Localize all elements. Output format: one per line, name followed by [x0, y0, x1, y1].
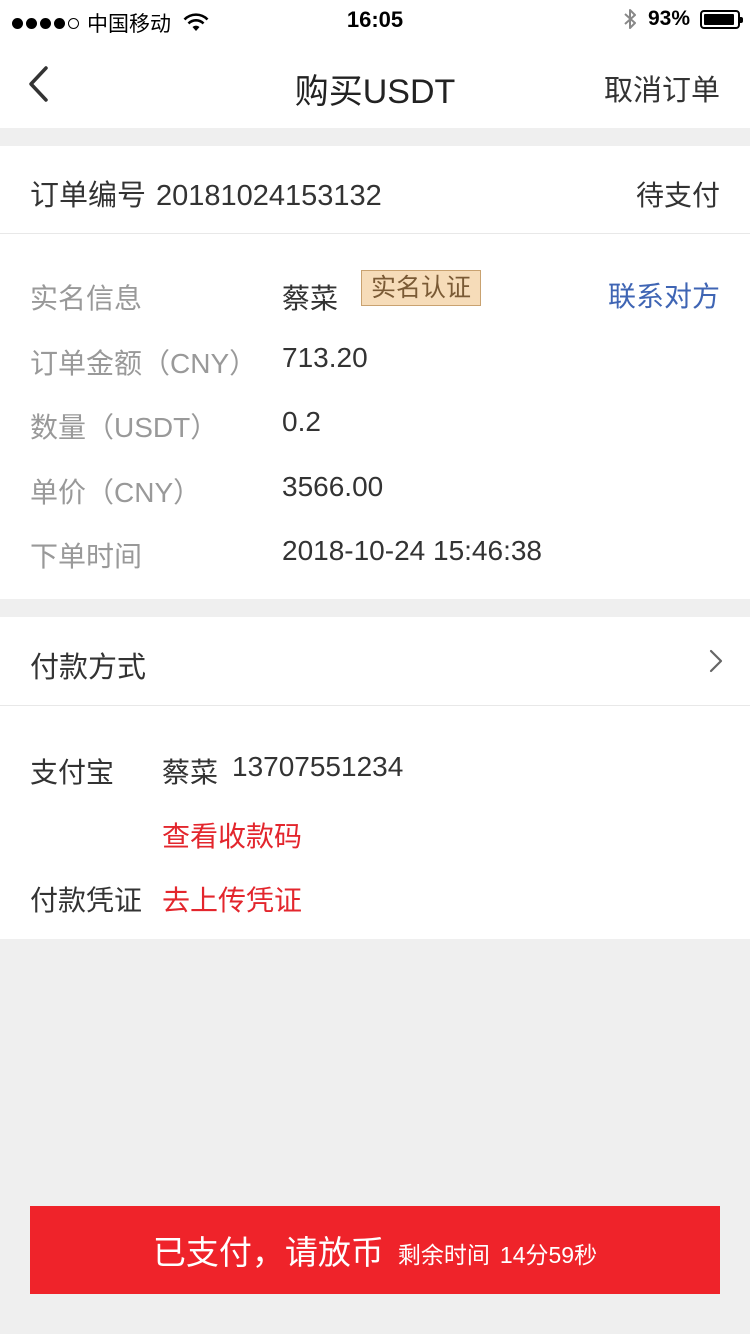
confirm-paid-label: 已支付，请放币 [152, 1234, 384, 1271]
unit-price-row: 单价（CNY） 3566.00 [0, 463, 750, 513]
qr-code-row: 查看收款码 [0, 807, 750, 857]
order-time-row: 下单时间 2018-10-24 15:46:38 [0, 527, 750, 577]
chevron-right-icon [709, 649, 723, 673]
contact-seller-link[interactable]: 联系对方 [608, 275, 720, 315]
battery-percentage: 93% [647, 7, 690, 30]
view-qr-code-link[interactable]: 查看收款码 [162, 815, 302, 855]
order-number: 订单编号 20181024153132 [30, 172, 382, 214]
verified-badge: 实名认证 [361, 270, 481, 306]
battery-level [704, 13, 734, 25]
upload-voucher-link[interactable]: 去上传凭证 [162, 879, 302, 919]
bluetooth-icon [624, 9, 636, 29]
info-label: 下单时间 [30, 541, 143, 572]
info-label: 实名信息 [30, 283, 143, 314]
info-label: 数量（USDT） [30, 412, 219, 443]
order-details-card: 订单编号 20181024153132 待支付 实名信息 蔡菜 实名认证 联系对方… [0, 146, 750, 599]
payment-method-card: 付款方式 支付宝 蔡菜 13707551234 查看收款码 付款凭证 去上传凭证 [0, 617, 750, 939]
alipay-row: 支付宝 蔡菜 13707551234 [0, 743, 750, 793]
payment-method-name: 支付宝 [30, 757, 115, 788]
battery-icon [700, 9, 743, 29]
info-value: 713.20 [282, 342, 368, 373]
status-bar: 中国移动 16:05 93% [0, 0, 750, 40]
back-arrow-icon[interactable] [22, 62, 58, 106]
navigation-bar: 购买USDT 取消订单 [0, 40, 750, 128]
info-value: 2018-10-24 15:46:38 [282, 535, 542, 566]
info-label: 单价（CNY） [30, 477, 202, 508]
payee-name: 蔡菜 [162, 757, 219, 788]
info-value: 蔡菜 [282, 283, 339, 314]
remaining-time-value: 14分59秒 [499, 1242, 598, 1268]
payment-method-row[interactable]: 付款方式 [0, 617, 750, 706]
order-number-row: 订单编号 20181024153132 待支付 [0, 146, 750, 234]
info-label: 订单金额（CNY） [30, 348, 258, 379]
order-number-label: 订单编号 [30, 180, 147, 212]
order-number-value: 20181024153132 [156, 180, 382, 212]
voucher-row: 付款凭证 去上传凭证 [0, 871, 750, 921]
voucher-label: 付款凭证 [30, 885, 143, 916]
status-bar-right: 93% [622, 7, 743, 31]
quantity-row: 数量（USDT） 0.2 [0, 398, 750, 448]
info-value: 0.2 [282, 406, 321, 437]
info-value: 3566.00 [282, 471, 384, 502]
order-status: 待支付 [635, 180, 720, 211]
remaining-time-label: 剩余时间 [397, 1242, 490, 1268]
real-name-row: 实名信息 蔡菜 实名认证 联系对方 [0, 269, 750, 319]
order-amount-row: 订单金额（CNY） 713.20 [0, 334, 750, 384]
confirm-paid-button[interactable]: 已支付，请放币 剩余时间 14分59秒 [30, 1206, 720, 1294]
payee-account: 13707551234 [232, 751, 404, 782]
cancel-order-button[interactable]: 取消订单 [604, 67, 720, 109]
payment-method-title: 付款方式 [30, 652, 147, 684]
